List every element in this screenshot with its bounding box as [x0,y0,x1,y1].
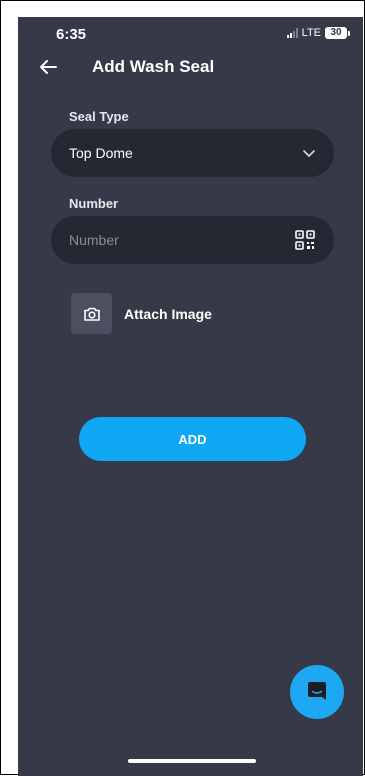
seal-type-value: Top Dome [69,145,133,161]
signal-icon [286,28,298,38]
qr-code-icon[interactable] [294,229,316,251]
number-input[interactable] [69,232,269,248]
home-indicator[interactable] [128,759,256,763]
attach-image-row[interactable]: Attach Image [71,293,212,334]
attach-image-button[interactable] [71,293,112,334]
battery-icon: 30 [325,27,347,39]
number-field [51,216,334,264]
chat-icon [308,682,326,700]
battery-tip [348,30,350,36]
app-screen: 6:35 LTE 30 Add Wash Seal Seal Type Top … [18,17,363,776]
back-button[interactable] [36,55,60,79]
add-button[interactable]: ADD [79,417,306,461]
seal-type-label: Seal Type [69,109,129,124]
network-type: LTE [301,27,321,39]
chevron-down-icon [303,150,315,157]
status-time: 6:35 [56,26,87,43]
attach-image-label: Attach Image [124,305,212,322]
page-title: Add Wash Seal [92,57,215,76]
seal-type-select[interactable]: Top Dome [51,129,334,177]
number-label: Number [69,196,119,211]
arrow-left-icon [40,60,57,74]
chat-fab-button[interactable] [290,665,344,719]
device-frame: 6:35 LTE 30 Add Wash Seal Seal Type Top … [0,0,365,776]
status-indicators: LTE 30 [286,27,350,39]
camera-icon [83,307,100,321]
